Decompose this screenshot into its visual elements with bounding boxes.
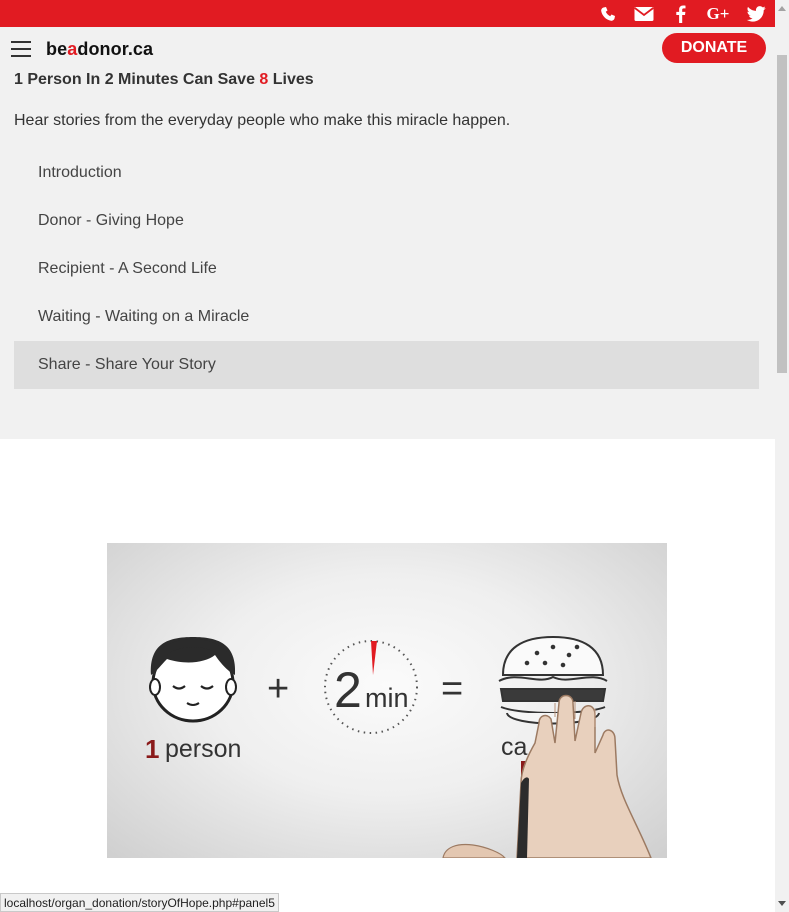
vertical-scrollbar[interactable]: [775, 0, 789, 912]
person-label: person: [165, 735, 241, 763]
time-number: 2: [334, 662, 362, 718]
page-headline: 1 Person In 2 Minutes Can Save 8 Lives: [14, 71, 314, 88]
status-bar-url: localhost/organ_donation/storyOfHope.php…: [0, 893, 279, 912]
story-menu-item[interactable]: Introduction: [14, 149, 759, 197]
hamburger-menu-icon[interactable]: [11, 41, 31, 57]
video-thumbnail[interactable]: 1 person + 2 min = ca e: [107, 543, 667, 858]
scroll-down-arrow-icon[interactable]: [778, 901, 786, 906]
google-plus-icon[interactable]: G+: [705, 3, 731, 24]
story-menu-item[interactable]: Donor - Giving Hope: [14, 197, 759, 245]
main-header: beadonor.ca DONATE: [0, 27, 775, 69]
person-illustration: [149, 637, 237, 723]
story-menu-item[interactable]: Share - Share Your Story: [14, 341, 759, 389]
caption-partial-left: ca: [501, 733, 528, 761]
envelope-icon[interactable]: [633, 3, 655, 24]
phone-icon[interactable]: [597, 3, 619, 24]
twitter-icon[interactable]: [745, 3, 767, 24]
person-number: 1: [145, 734, 159, 764]
site-logo[interactable]: beadonor.ca: [46, 39, 153, 60]
time-unit: min: [365, 683, 409, 713]
story-panel: 1 Person In 2 Minutes Can Save 8 Lives H…: [0, 69, 775, 439]
scroll-up-arrow-icon[interactable]: [778, 6, 786, 11]
equals-sign: =: [441, 668, 463, 710]
story-menu: Introduction Donor - Giving Hope Recipient…: [14, 149, 759, 389]
drawing-hand: [442, 694, 652, 858]
story-menu-item[interactable]: Waiting - Waiting on a Miracle: [14, 293, 759, 341]
scrollbar-thumb[interactable]: [777, 55, 787, 373]
facebook-icon[interactable]: [669, 3, 691, 24]
donate-button[interactable]: DONATE: [662, 33, 766, 63]
page-subtitle: Hear stories from the everyday people wh…: [14, 112, 511, 129]
top-bar: G+: [0, 0, 775, 27]
plus-sign: +: [267, 668, 289, 710]
story-menu-item[interactable]: Recipient - A Second Life: [14, 245, 759, 293]
social-links: G+: [597, 3, 767, 24]
